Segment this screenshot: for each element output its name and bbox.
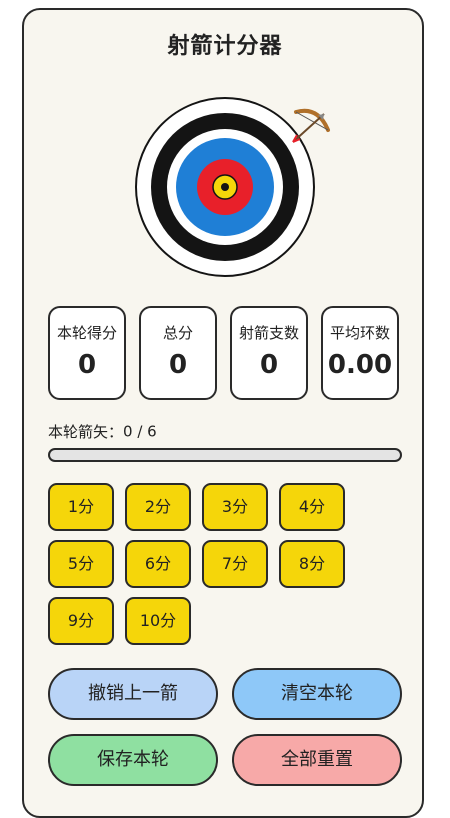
stat-value: 0 (77, 350, 97, 380)
stat-total-score: 总分 0 (139, 306, 217, 400)
score-4-button[interactable]: 4分 (279, 483, 345, 531)
stat-value: 0 (168, 350, 188, 380)
round-arrows-label: 本轮箭矢： (48, 423, 124, 441)
round-arrows-count: 0 / 6 (123, 422, 157, 441)
stat-average: 平均环数 0.00 (321, 306, 399, 400)
page-title: 射箭计分器 (167, 34, 283, 59)
score-2-button[interactable]: 2分 (125, 483, 191, 531)
stat-label: 总分 (162, 324, 193, 342)
stat-round-score: 本轮得分 0 (48, 306, 126, 400)
reset-all-button[interactable]: 全部重置 (232, 734, 402, 786)
score-1-button[interactable]: 1分 (48, 483, 114, 531)
score-9-button[interactable]: 9分 (48, 597, 114, 645)
stat-value: 0 (259, 350, 279, 380)
stat-label: 本轮得分 (56, 324, 117, 342)
score-3-button[interactable]: 3分 (202, 483, 268, 531)
score-7-button[interactable]: 7分 (202, 540, 268, 588)
score-6-button[interactable]: 6分 (125, 540, 191, 588)
round-arrows-text: 本轮箭矢：0 / 6 (48, 421, 157, 442)
stat-value: 0.00 (327, 350, 393, 380)
save-round-button[interactable]: 保存本轮 (48, 734, 218, 786)
stat-label: 平均环数 (329, 324, 390, 342)
clear-round-button[interactable]: 清空本轮 (232, 668, 402, 720)
score-10-button[interactable]: 10分 (125, 597, 191, 645)
score-5-button[interactable]: 5分 (48, 540, 114, 588)
stat-label: 射箭支数 (238, 324, 299, 342)
round-progress-bar (48, 448, 402, 462)
stat-arrow-count: 射箭支数 0 (230, 306, 308, 400)
score-8-button[interactable]: 8分 (279, 540, 345, 588)
bow-and-arrow-icon (292, 108, 330, 143)
undo-last-arrow-button[interactable]: 撤销上一箭 (48, 668, 218, 720)
